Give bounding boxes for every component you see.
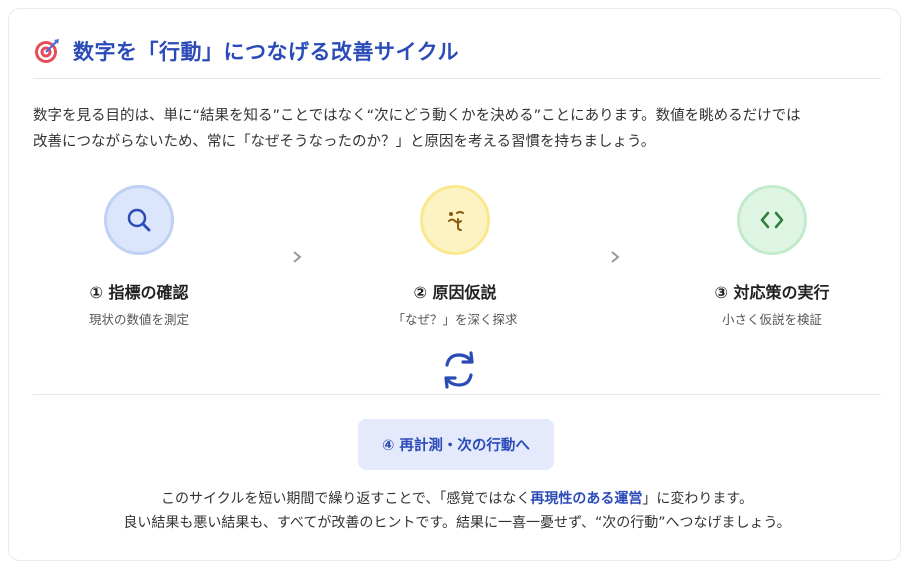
- intro-line-2: 改善につながらないため、常に「なぜそうなったのか？」と原因を考える習慣を持ちまし…: [33, 134, 656, 150]
- intro-line-1: 数字を見る目的は、単に“結果を知る”ことではなく“次にどう動くかを決める”ことに…: [33, 108, 801, 124]
- step-cause-hypothesis: ② 原因仮説 「なぜ？」を深く探求: [355, 185, 555, 328]
- section-header: 数字を「行動」につなげる改善サイクル: [33, 31, 881, 79]
- step-label: ② 原因仮説: [413, 283, 497, 302]
- outro-line-1-post: 」に変わります。: [642, 491, 753, 507]
- step-circle: [420, 185, 490, 255]
- step-metric-check: ① 指標の確認 現状の数値を測定: [39, 185, 239, 328]
- step-label: ① 指標の確認: [89, 283, 189, 302]
- step-countermeasure: ③ 対応策の実行 小さく仮説を検証: [672, 185, 872, 328]
- content-card: 数字を「行動」につなげる改善サイクル 数字を見る目的は、単に“結果を知る”ことで…: [8, 8, 901, 561]
- step-sub: 「なぜ？」を深く探求: [392, 312, 518, 327]
- chevron-right-icon: [293, 251, 302, 263]
- divider: [33, 394, 881, 395]
- page-title: 数字を「行動」につなげる改善サイクル: [73, 39, 459, 64]
- thinking-face-icon: [448, 211, 464, 231]
- outro-text: このサイクルを短い期間で繰り返すことで、「感覚ではなく再現性のある運営」に変わり…: [33, 487, 881, 535]
- step-sub: 現状の数値を測定: [88, 312, 189, 327]
- target-icon: [35, 38, 59, 63]
- step-label: ③ 対応策の実行: [714, 283, 830, 302]
- outro-emphasis: 再現性のある運営: [530, 491, 643, 507]
- code-brackets-icon: [760, 211, 784, 229]
- outro-line-2: 良い結果も悪い結果も、すべてが改善のヒントです。結果に一喜一憂せず、“次の行動”…: [123, 515, 791, 531]
- step-circle: [104, 185, 174, 255]
- intro-text: 数字を見る目的は、単に“結果を知る”ことではなく“次にどう動くかを決める”ことに…: [33, 103, 883, 155]
- outro-line-1: このサイクルを短い期間で繰り返すことで、「感覚ではなく再現性のある運営」に変わり…: [33, 487, 881, 511]
- chevron-right-icon: [611, 251, 620, 263]
- outro-line-1-pre: このサイクルを短い期間で繰り返すことで、「感覚ではなく: [161, 491, 531, 507]
- step-circle: [737, 185, 807, 255]
- search-icon: [127, 208, 151, 232]
- step-sub: 小さく仮説を検証: [721, 312, 822, 327]
- recheck-next-action-badge: ④ 再計測・次の行動へ: [358, 419, 554, 470]
- refresh-cycle-icon: [444, 351, 474, 389]
